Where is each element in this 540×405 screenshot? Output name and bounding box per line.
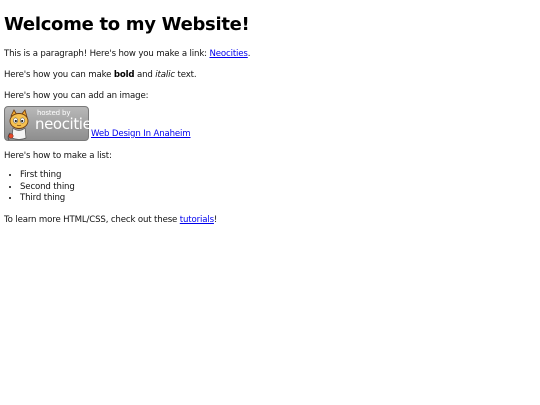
- page-title: Welcome to my Website!: [4, 14, 250, 35]
- paragraph-text: To learn more HTML/CSS, check out these: [4, 214, 180, 225]
- paragraph-link: This is a paragraph! Here's how you make…: [4, 48, 540, 60]
- web-design-anaheim-link[interactable]: Web Design In Anaheim: [91, 128, 191, 140]
- paragraph-suffix: .: [247, 49, 251, 59]
- paragraph-suffix: text.: [174, 70, 197, 80]
- italic-text: italic: [155, 70, 175, 80]
- list-item: First thing: [20, 170, 540, 182]
- paragraph-text: Here's how you can make: [4, 70, 114, 80]
- page-body: Welcome to my Website! This is a paragra…: [0, 0, 540, 226]
- bold-text: bold: [113, 70, 135, 80]
- neocities-cat-icon: [7, 109, 29, 141]
- image-row: hosted by neocities Web Design In Anahei…: [4, 106, 540, 141]
- paragraph-suffix: !: [213, 214, 218, 225]
- paragraph-tutorials: To learn more HTML/CSS, check out these …: [4, 214, 540, 226]
- neocities-link[interactable]: Neocities: [209, 49, 247, 59]
- paragraph-image-intro: Here's how you can add an image:: [4, 91, 149, 101]
- hosted-by-neocities-badge[interactable]: hosted by neocities: [4, 106, 99, 141]
- badge-text: hosted by neocities: [35, 110, 99, 132]
- paragraph-formatting: Here's how you can make bold and italic …: [4, 69, 540, 81]
- list-item: Second thing: [20, 182, 540, 194]
- paragraph-text: This is a paragraph! Here's how you make…: [4, 49, 210, 59]
- bullet-list: First thing Second thing Third thing: [4, 170, 540, 205]
- paragraph-text: and: [134, 70, 156, 80]
- tutorials-link[interactable]: tutorials: [180, 215, 214, 225]
- badge-big-text: neocities: [35, 115, 99, 133]
- list-item: Third thing: [20, 193, 540, 205]
- paragraph-list-intro: Here's how to make a list:: [4, 151, 112, 161]
